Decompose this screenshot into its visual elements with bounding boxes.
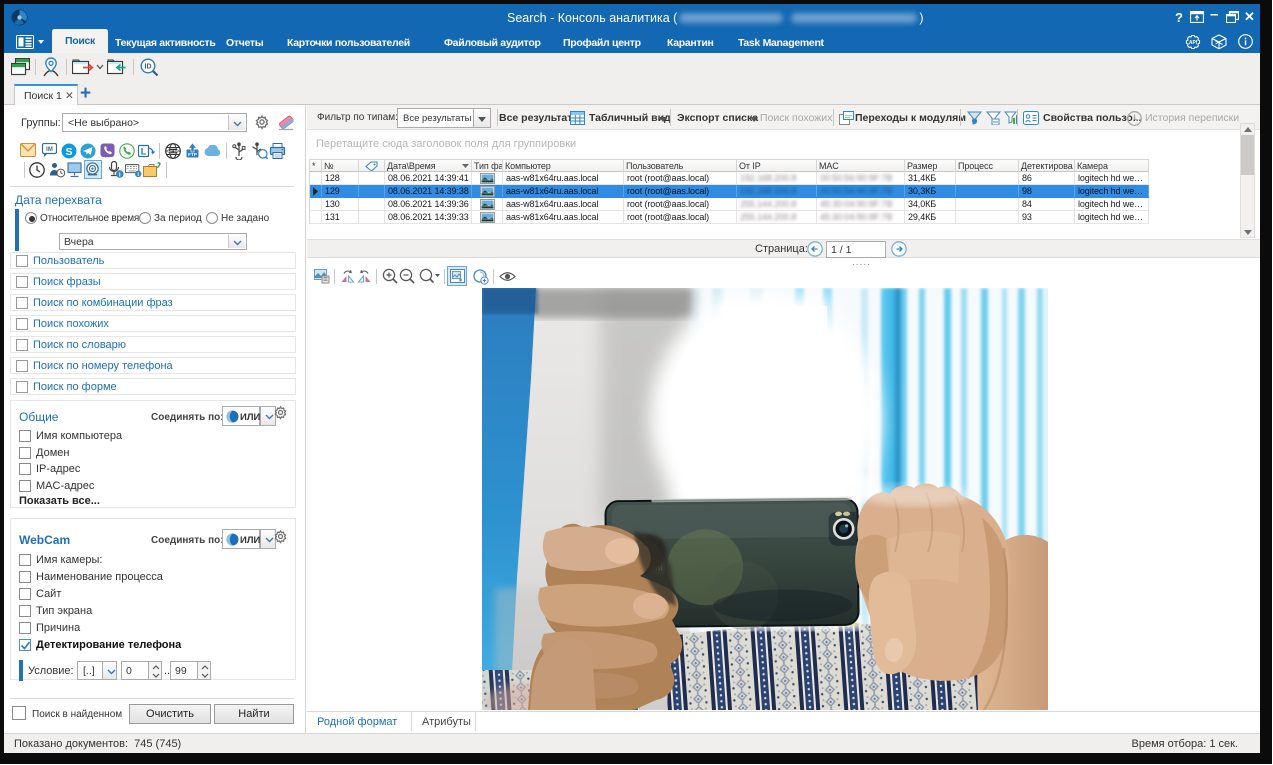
svg-text:HTTP: HTTP	[168, 150, 178, 154]
svg-text:IM: IM	[46, 147, 53, 153]
svg-text:L: L	[141, 147, 147, 157]
svg-text:API: API	[1189, 40, 1198, 46]
svg-text:i: i	[119, 172, 121, 179]
svg-text:S: S	[65, 146, 72, 158]
svg-text:FTP: FTP	[188, 152, 197, 157]
svg-text:ID: ID	[145, 64, 152, 71]
